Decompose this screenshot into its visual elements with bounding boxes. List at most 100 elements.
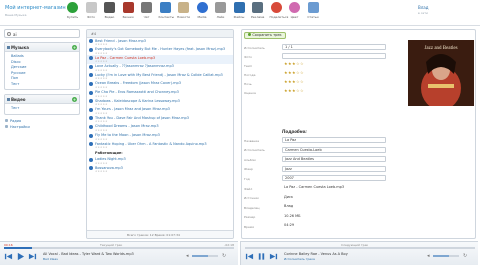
play-track-icon[interactable]	[89, 56, 93, 61]
volume-slider[interactable]	[433, 255, 459, 257]
field-value[interactable]: La Paz	[282, 137, 386, 143]
toolbar-button-3[interactable]: Звонки	[122, 2, 135, 24]
track-row[interactable]: Childhood Dreams - Jason Mraz.mp3 ★★★★★	[87, 124, 233, 133]
field-value[interactable]: 1 / 1	[282, 44, 386, 50]
rating-stars[interactable]: ★★★★★	[95, 60, 108, 63]
play-track-icon[interactable]	[89, 73, 93, 78]
track-row[interactable]: Bossanova.mp3 ★★★★★	[87, 165, 233, 174]
collapse-icon[interactable]	[7, 46, 10, 49]
music-folder[interactable]: Тест	[5, 82, 79, 88]
track-row[interactable]: Best Friend - Jason Mraz.mp3 ★★★★★	[87, 38, 233, 47]
seek-bar[interactable]	[4, 247, 234, 249]
rating-stars[interactable]: ★★★★★	[95, 138, 108, 141]
track-row[interactable]: Lucky (I'm in Love with My Best Friend) …	[87, 72, 233, 81]
pause-icon[interactable]	[257, 252, 266, 261]
save-track-button[interactable]: Сохранить трек	[244, 32, 286, 39]
volume-slider[interactable]	[192, 255, 218, 257]
track-row[interactable]: I'm Yours - Jason Mraz and Jason Mraz.mp…	[87, 107, 233, 116]
field-value[interactable]: ★★★☆☆	[282, 71, 386, 77]
rating-stars[interactable]: ★★★★★	[95, 95, 108, 98]
field-value[interactable]: Jazz And Beatles	[282, 156, 386, 163]
repeat-icon[interactable]: ↻	[222, 253, 226, 259]
toolbar-button-2[interactable]: Видео	[103, 2, 116, 24]
field-value[interactable]: ★★★☆☆	[282, 80, 386, 86]
toolbar-button-0[interactable]: Купить	[66, 2, 79, 24]
toolbar-button-11[interactable]: Поделиться	[270, 2, 288, 24]
now-playing-subtitle[interactable]: Bad Ideas	[43, 257, 58, 261]
play-track-icon[interactable]	[89, 47, 93, 52]
rating-stars[interactable]: ★★★★★	[95, 52, 108, 55]
rating-stars[interactable]: ★★★★★	[95, 43, 108, 46]
play-track-icon[interactable]	[89, 157, 93, 162]
now-playing-subtitle[interactable]: Исполнитель трека	[284, 257, 315, 261]
field-value[interactable]: Jazz	[282, 165, 386, 172]
track-row[interactable]: Pie Cha Pie - Eros Ramazzotti and Chonne…	[87, 90, 233, 99]
seek-bar[interactable]	[245, 247, 475, 249]
volume-icon[interactable]: ◂	[186, 253, 189, 259]
volume-icon[interactable]: ◂	[427, 253, 430, 259]
play-track-icon[interactable]	[89, 124, 93, 129]
collapse-icon[interactable]	[7, 98, 10, 101]
field-value[interactable]	[282, 53, 386, 59]
repeat-icon[interactable]: ↻	[463, 253, 467, 259]
play-track-icon[interactable]	[89, 39, 93, 43]
next-icon[interactable]	[269, 252, 278, 261]
toolbar-button-4[interactable]: Чат	[140, 2, 153, 24]
track-row[interactable]: Shadows - Kaleidoscope & Karina Lessoway…	[87, 98, 233, 107]
add-playlist-icon[interactable]: +	[72, 45, 77, 50]
music-panel-header[interactable]: Музыка +	[5, 43, 79, 52]
toolbar-button-7[interactable]: Media	[196, 2, 209, 24]
play-track-icon[interactable]	[89, 116, 93, 121]
video-folder[interactable]: Тест	[5, 106, 79, 112]
play-icon[interactable]	[16, 252, 25, 261]
next-icon[interactable]	[28, 252, 37, 261]
field-value[interactable]: ★★★☆☆	[282, 62, 386, 68]
rating-stars[interactable]: ★★★★★	[95, 162, 108, 165]
rating-stars[interactable]: ★★★★★	[95, 69, 108, 72]
field-value[interactable]: ★★★☆☆	[282, 89, 386, 95]
field-value[interactable]: 2007	[282, 175, 386, 182]
side-link[interactable]: Настройки	[4, 124, 80, 130]
track-row[interactable]: Everybody's Got Somebody But Me - Hunter…	[87, 47, 233, 56]
rating-stars[interactable]: ★★★★★	[95, 129, 108, 132]
play-track-icon[interactable]	[89, 166, 93, 171]
rating-stars[interactable]: ★★★★★	[95, 77, 108, 80]
toolbar-button-13[interactable]: Статьи	[307, 2, 320, 24]
track-row[interactable]: Ocean Breaks - Freedom (Jason Mraz Cover…	[87, 81, 233, 90]
play-track-icon[interactable]	[89, 64, 93, 69]
play-track-icon[interactable]	[89, 90, 93, 95]
play-track-icon[interactable]	[89, 99, 93, 104]
user-name[interactable]: Влад	[418, 5, 429, 10]
rating-stars[interactable]: ★★★★★	[95, 120, 108, 123]
previous-icon[interactable]	[245, 252, 254, 261]
toolbar-button-10[interactable]: Рекламa	[251, 2, 264, 24]
album-cover[interactable]: Jazz and Beatles	[408, 40, 474, 106]
track-row[interactable]: Thank You - Dave Fair And Mashup of Jaso…	[87, 115, 233, 124]
track-row[interactable]: La Paz - Carmen Cuesta Loeb.mp3 ★★★★★	[87, 55, 233, 64]
video-panel-header[interactable]: Видео +	[5, 95, 79, 104]
play-track-icon[interactable]	[89, 81, 93, 86]
previous-icon[interactable]	[4, 252, 13, 261]
play-track-icon[interactable]	[89, 142, 93, 147]
toolbar-button-8[interactable]: Лайк	[214, 2, 227, 24]
rating-stars[interactable]: ★★★★★	[95, 86, 108, 89]
toolbar-button-12[interactable]: Цвет	[288, 2, 301, 24]
rating-stars[interactable]: ★★★★★	[95, 146, 108, 149]
add-video-icon[interactable]: +	[72, 97, 77, 102]
track-row[interactable]: Fly Me to the Moon - Jason Mraz.mp3 ★★★★★	[87, 133, 233, 142]
track-row[interactable]: Ladies Night.mp3 ★★★★★	[87, 157, 233, 166]
field-value[interactable]: Carmen Cuesta-Loeb	[282, 146, 386, 153]
search-input[interactable]	[13, 31, 73, 37]
app-title[interactable]: Мой интернет-магазин	[5, 5, 66, 11]
play-track-icon[interactable]	[89, 107, 93, 112]
track-row[interactable]: Fantastic Hoping - Uber Ohm - A Fantasti…	[87, 141, 233, 150]
toolbar-button-5[interactable]: Контакты	[159, 2, 174, 24]
rating-stars[interactable]: ★★★★★	[95, 170, 108, 173]
toolbar-button-1[interactable]: Фото	[85, 2, 98, 24]
toolbar-button-6[interactable]: Новости	[177, 2, 190, 24]
rating-stars[interactable]: ★★★★★	[95, 103, 108, 106]
toolbar-button-9[interactable]: Файлы	[233, 2, 246, 24]
play-track-icon[interactable]	[89, 133, 93, 138]
rating-stars[interactable]: ★★★★★	[95, 112, 108, 115]
track-row[interactable]: Love Actually - ??Jasonmraz ?Jasonmraz.m…	[87, 64, 233, 73]
